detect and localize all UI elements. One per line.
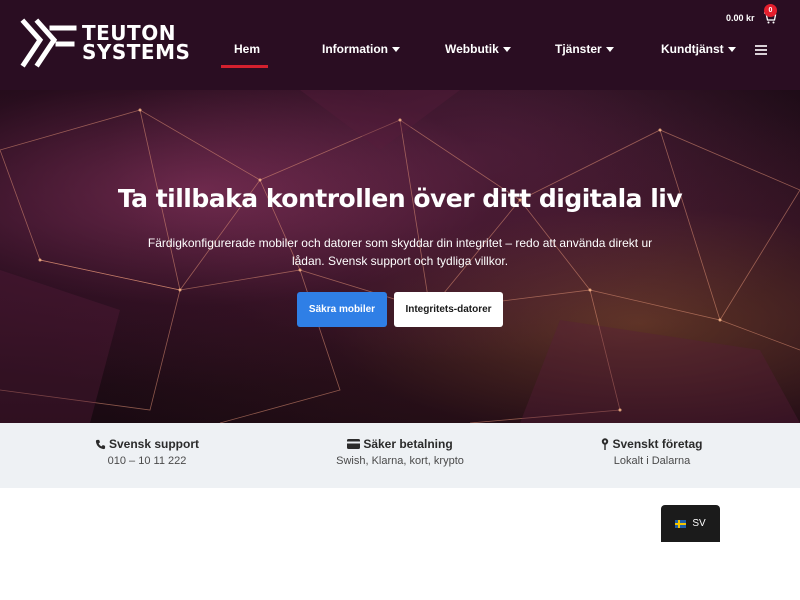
secure-phones-button[interactable]: Säkra mobiler bbox=[297, 292, 387, 327]
nav-item-label: Tjänster bbox=[555, 42, 602, 56]
language-switcher[interactable]: SV bbox=[661, 505, 720, 542]
feature-subtitle: Swish, Klarna, kort, krypto bbox=[336, 455, 464, 467]
language-code: SV bbox=[692, 518, 706, 529]
hero-subtitle: Färdigkonfigurerade mobiler och datorer … bbox=[147, 236, 653, 268]
nav-item-webbutik[interactable]: Webbutik bbox=[445, 42, 511, 56]
nav-item-label: Webbutik bbox=[445, 42, 499, 56]
nav-item-hem[interactable]: Hem bbox=[234, 42, 260, 56]
nav-item-label: Hem bbox=[234, 42, 261, 56]
feature-company: Svenskt företag Lokalt i Dalarna bbox=[552, 437, 752, 467]
phone-icon bbox=[95, 439, 106, 449]
feature-title: Svensk support bbox=[108, 437, 200, 451]
nav-active-indicator bbox=[221, 65, 268, 68]
page-bottom-area bbox=[0, 542, 800, 600]
feature-subtitle: 010 – 10 11 222 bbox=[107, 455, 187, 467]
nav-item-information[interactable]: Information bbox=[322, 42, 400, 56]
feature-subtitle: Lokalt i Dalarna bbox=[613, 455, 691, 467]
cart-amount: 0.00 kr bbox=[726, 13, 755, 23]
site-header: TEUTON SYSTEMS 0.00 kr 0 Hem Information… bbox=[0, 0, 800, 90]
nav-item-tjanster[interactable]: Tjänster bbox=[555, 42, 614, 56]
chevron-down-icon bbox=[605, 46, 614, 52]
chevron-down-icon bbox=[392, 46, 400, 52]
features-strip: Svensk support 010 – 10 11 222 Säker bet… bbox=[0, 423, 800, 488]
map-pin-icon bbox=[602, 438, 609, 450]
nav-item-label: Kundtjänst bbox=[661, 42, 724, 56]
chevron-down-icon bbox=[502, 46, 511, 52]
chevron-down-icon bbox=[727, 46, 736, 52]
credit-card-icon bbox=[347, 439, 361, 449]
feature-support: Svensk support 010 – 10 11 222 bbox=[47, 437, 247, 467]
hero-title: Ta tillbaka kontrollen över ditt digital… bbox=[117, 184, 683, 213]
cart-count-badge: 0 bbox=[764, 4, 777, 17]
feature-title: Svenskt företag bbox=[612, 437, 703, 451]
hamburger-menu-icon[interactable] bbox=[755, 45, 767, 55]
swedish-flag-icon bbox=[675, 519, 687, 528]
feature-title: Säker betalning bbox=[363, 437, 453, 451]
nav-item-label: Information bbox=[322, 42, 388, 56]
privacy-computers-button[interactable]: Integritets-datorer bbox=[394, 292, 503, 327]
nav-item-kundtjanst[interactable]: Kundtjänst bbox=[661, 42, 736, 56]
hero-section: Ta tillbaka kontrollen över ditt digital… bbox=[0, 90, 800, 423]
main-nav: Hem Information Webbutik Tjänster Kundtj… bbox=[0, 42, 800, 66]
feature-payment: Säker betalning Swish, Klarna, kort, kry… bbox=[300, 437, 500, 467]
